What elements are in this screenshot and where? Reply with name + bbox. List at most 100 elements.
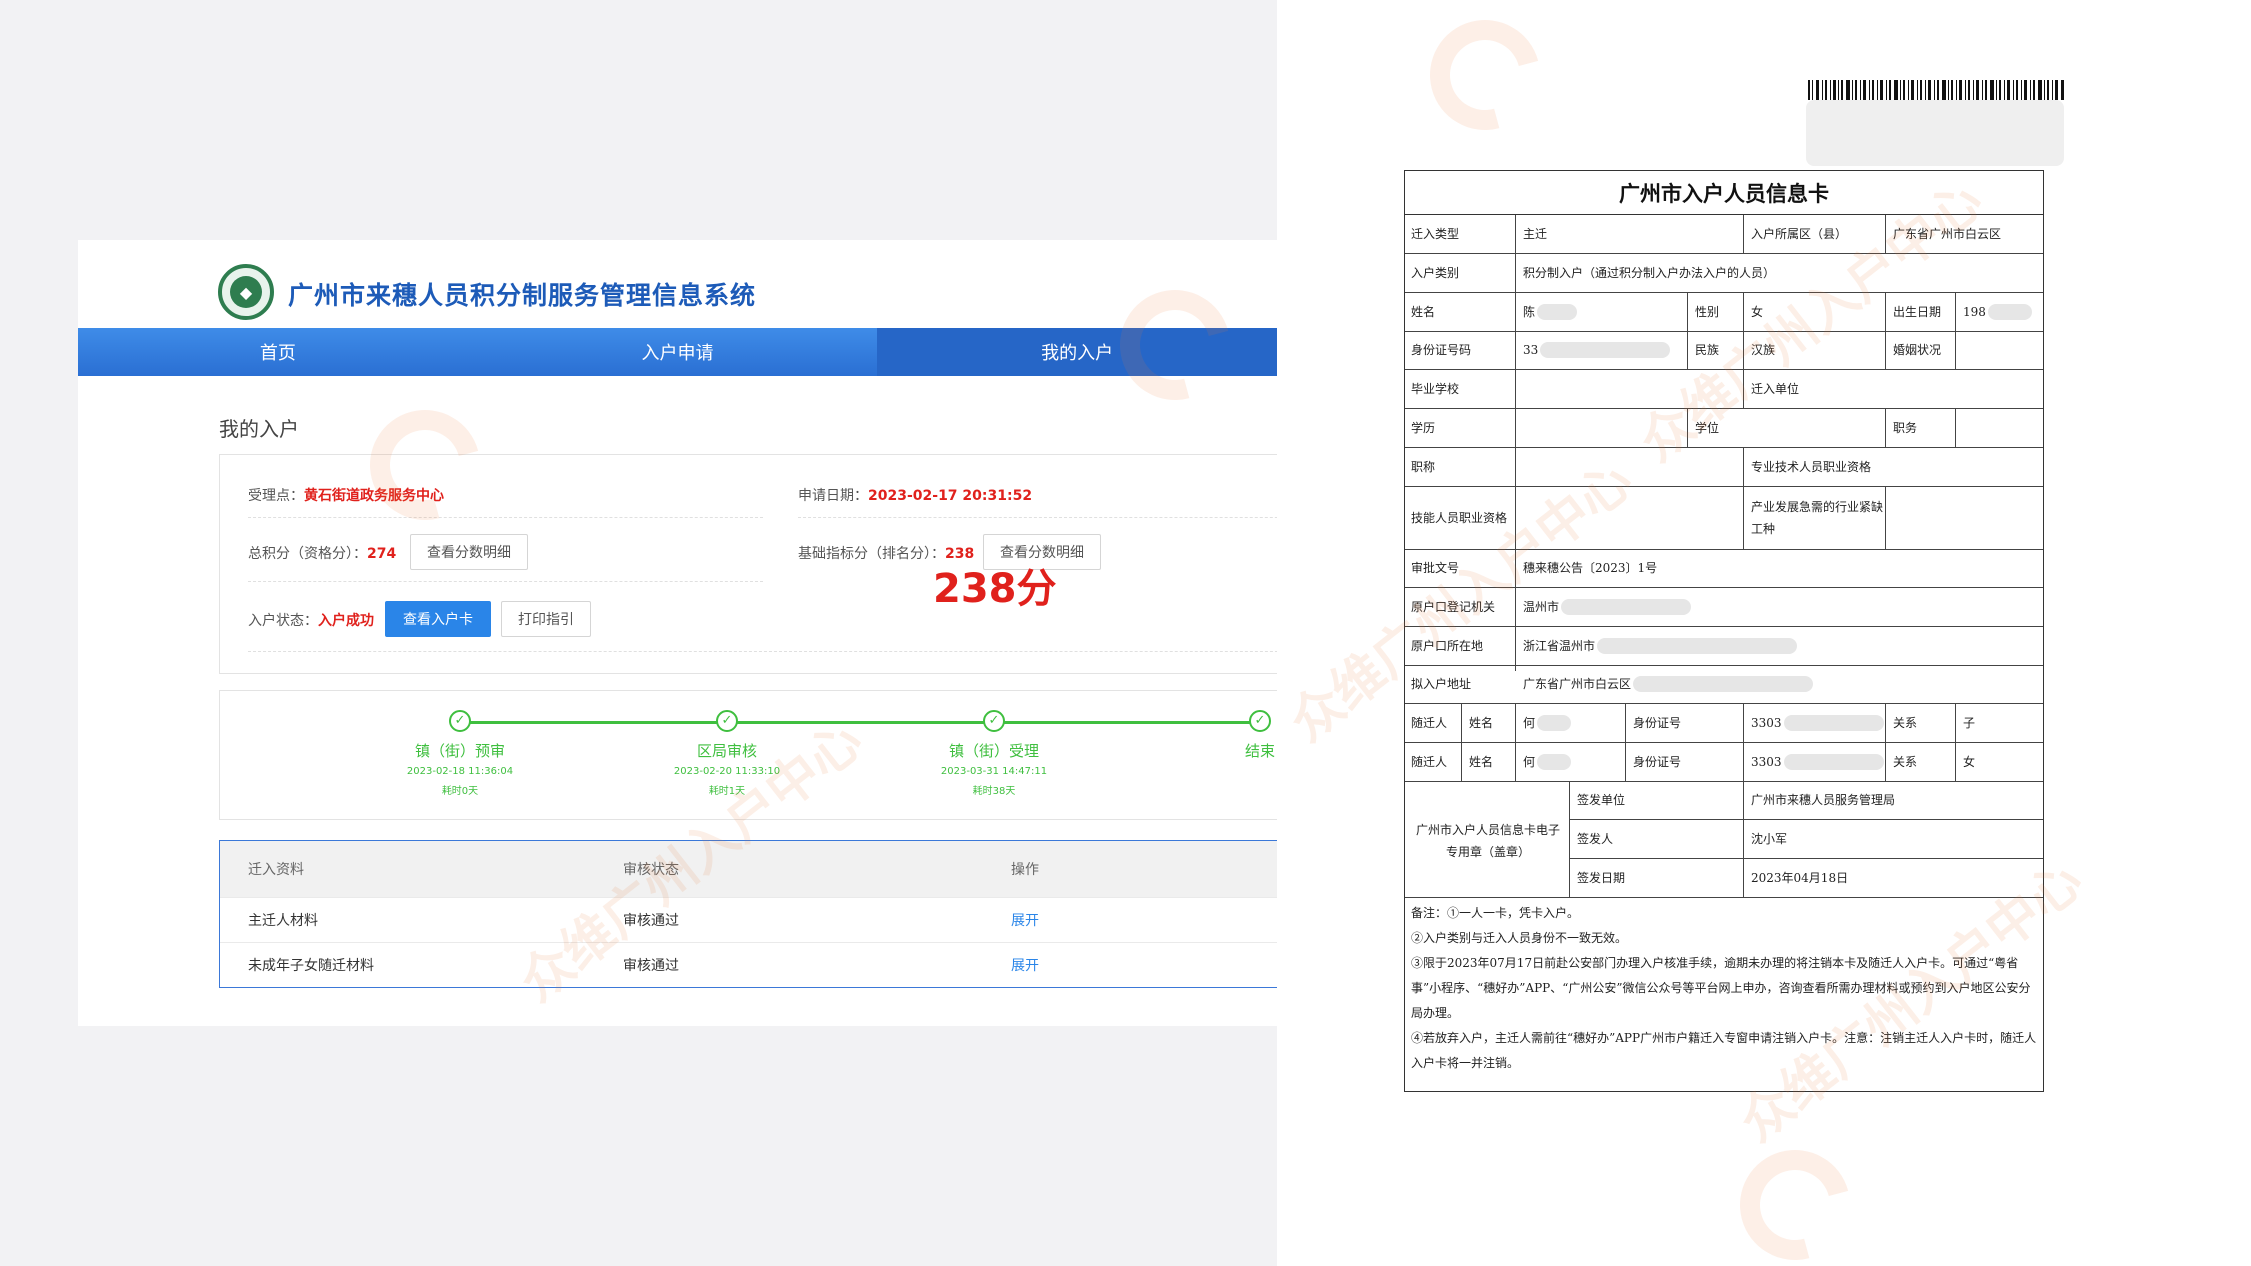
expand-link[interactable]: 展开 [981,955,1277,975]
grid-line [1515,703,1516,781]
companion-id-label: 身份证号 [1633,754,1682,769]
apply-date-value: 2023-02-17 20:31:52 [868,488,1033,504]
card-title: 广州市入户人员信息卡 [1405,171,2043,215]
step-name: 镇（街）预审 [414,742,505,760]
grid-line [1955,703,1956,781]
grid-line [1687,292,1688,370]
companion-id: 3303 [1745,703,1884,742]
redacted [1783,753,1884,770]
grid-line [1405,331,2043,332]
accept-label: 受理点： [248,488,304,504]
nav-my-entry[interactable]: 我的入户 [877,328,1277,376]
progress-step: ✓ 镇（街）预审 2023-02-18 11:36:04 耗时0天 [360,710,560,797]
companion-rel-label: 关系 [1893,715,1918,730]
move-type-label: 迁入类型 [1411,227,1460,241]
education-label: 学历 [1411,420,1436,435]
view-score-button[interactable]: 查看分数明细 [410,534,528,570]
accept-point: 受理点：黄石街道政务服务中心 [248,485,444,505]
companion-name: 何 [1517,742,1572,781]
id-value: 33 [1517,331,1671,369]
grid-line [1569,819,2043,820]
redacted [1540,342,1671,358]
redacted [1561,598,1692,615]
header-material: 迁入资料 [248,862,304,878]
expand-link[interactable]: 展开 [981,910,1277,930]
companion-id-label: 身份证号 [1633,715,1682,730]
birth-value: 198 [1957,292,2032,331]
grid-line [1405,703,2043,704]
header-status: 审核状态 [623,862,679,878]
material-status: 审核通过 [623,913,679,929]
table-row: 主迁人材料 审核通过 展开 [220,897,1277,942]
section-title: 我的入户 [219,417,299,441]
grid-line [1885,408,1886,447]
total-score-value: 274 [367,546,397,562]
new-addr-text: 广东省广州市白云区 [1523,677,1632,691]
companion-label: 随迁人 [1411,754,1448,769]
divider [248,517,763,518]
companion-id-text: 3303 [1751,754,1782,769]
skill-label: 技能人员职业资格 [1411,510,1508,525]
emblem-logo-icon: ◆ [218,264,274,320]
redacted [1783,714,1884,731]
total-score-label: 总积分（资格分）： [248,546,367,562]
issue-date-value: 2023年04月18日 [1751,870,1849,885]
ethnic-label: 民族 [1695,343,1720,357]
view-card-button[interactable]: 查看入户卡 [385,601,491,637]
barcode [1808,80,2064,100]
school-label: 毕业学校 [1411,381,1460,396]
note-item: ②入户类别与迁入人员身份不一致无效。 [1411,931,1628,945]
signer-value: 沈小军 [1751,831,1788,846]
step-name: 区局审核 [696,742,757,760]
companion-id: 3303 [1745,742,1884,781]
companion-rel: 女 [1963,754,1976,769]
grid-line [1885,486,1886,549]
grid-line [1955,292,1956,370]
note-item: ④若放弃入户，主迁人需前往“穗好办”APP广州市户籍迁入专窗申请注销入户卡。注意… [1411,1031,2037,1070]
nav-home[interactable]: 首页 [78,328,478,376]
companion-id-text: 3303 [1751,715,1782,730]
entry-info-card: 广州市入户人员信息卡 迁入类型 主迁 入户所属区（县） 广东省广州市白云区 入户… [1404,170,2044,1092]
redacted [1537,714,1572,731]
material-name: 主迁人材料 [248,913,318,929]
gender-label: 性别 [1695,304,1720,319]
check-circle-icon: ✓ [449,710,471,732]
new-addr-value: 广东省广州市白云区 [1517,665,1814,703]
step-duration: 耗时1天 [708,786,746,797]
total-score: 总积分（资格分）：274 [248,543,396,563]
redacted [1597,637,1798,654]
new-addr-label: 拟入户地址 [1411,677,1472,691]
grid-line [1885,703,1886,781]
grid-line [1743,369,1744,408]
check-circle-icon: ✓ [716,710,738,732]
nav-apply[interactable]: 入户申请 [478,328,878,376]
print-guide-button[interactable]: 打印指引 [501,601,591,637]
name-text: 陈 [1523,304,1536,319]
material-name: 未成年子女随迁材料 [248,958,374,974]
grid-line [1885,215,1886,254]
grid-line [1743,781,1744,897]
grid-line [1625,703,1626,781]
orig-addr-value: 浙江省温州市 [1517,626,1798,665]
divider [798,517,1277,518]
birth-label: 出生日期 [1893,304,1942,319]
step-time: 2023-03-31 14:47:11 [940,766,1048,777]
note-item: 备注：①一人一卡，凭卡入户。 [1411,906,1580,920]
seal-text: 广州市入户人员信息卡电子专用章（盖章） [1415,823,1560,859]
grid-line [1405,781,2043,782]
signer-label: 签发人 [1577,831,1614,846]
duty-label: 职务 [1893,420,1918,435]
category-label: 入户类别 [1411,265,1460,280]
progress-step: ✓ 区局审核 2023-02-20 11:33:10 耗时1天 [627,710,827,797]
check-circle-icon: ✓ [1249,710,1271,732]
material-status: 审核通过 [623,958,679,974]
category-value: 积分制入户（通过积分制入户办法入户的人员） [1523,265,1776,280]
step-duration: 耗时38天 [972,786,1016,797]
score-annotation: 238分 [933,566,1057,612]
grid-line [1405,897,2043,898]
reg-org-value: 温州市 [1517,587,1692,626]
id-label: 身份证号码 [1411,343,1472,357]
points-system-screenshot: ◆ 广州市来穗人员积分制服务管理信息系统 首页 入户申请 我的入户 我的入户 受… [78,240,1277,1026]
grid-line [1405,447,2043,448]
table-header: 迁入资料 审核状态 操作 [220,841,1277,897]
